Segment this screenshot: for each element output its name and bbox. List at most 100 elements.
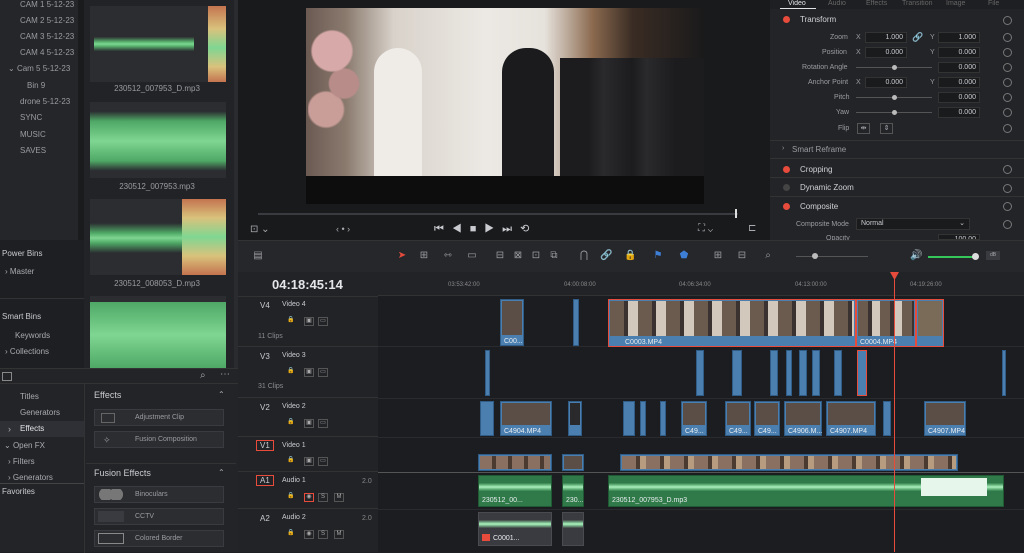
lock-icon[interactable]: 🔒 [286, 530, 296, 539]
solo-button[interactable]: S [318, 493, 328, 502]
video-clip[interactable]: C4906.M... [784, 401, 822, 436]
effect-fusion-composition[interactable]: ✧ Fusion Composition [94, 431, 224, 448]
bin-item[interactable]: SAVES [0, 146, 78, 155]
reset-icon[interactable] [1003, 184, 1012, 193]
audio-clip[interactable]: 230512_007953_D.mp3 [608, 475, 1004, 507]
dynamic-trim-icon[interactable]: ⇿ [442, 250, 454, 261]
zoom-x-input[interactable]: 1.000 [865, 32, 907, 43]
video-clip[interactable]: C49... [725, 401, 751, 436]
toggle-video-icon[interactable]: ▭ [318, 457, 328, 466]
reset-icon[interactable] [1003, 16, 1012, 25]
reset-icon[interactable] [1003, 48, 1012, 57]
video-clip[interactable] [770, 350, 778, 396]
effect-colored-border[interactable]: Colored Border [94, 530, 224, 547]
enable-toggle[interactable] [783, 203, 790, 210]
smart-reframe-header[interactable]: Smart Reframe [792, 145, 892, 154]
audio-clip[interactable]: 230512_00... [478, 475, 552, 507]
video-clip[interactable] [623, 401, 635, 436]
tab-audio[interactable]: Audio [828, 0, 846, 7]
viewer-options-icon[interactable]: ⊡ ⌄ [250, 224, 270, 235]
insert-clip-icon[interactable]: ⊟ [494, 250, 506, 261]
mute-button[interactable]: M [334, 493, 344, 502]
video-clip[interactable] [1002, 350, 1006, 396]
bin-item[interactable]: CAM 1 5-12-23 [0, 0, 78, 9]
track-v4[interactable]: V4 Video 4 🔒 ▣ ▭ 11 Clips [238, 297, 378, 347]
video-clip[interactable] [562, 454, 584, 471]
tab-image[interactable]: Image [946, 0, 965, 7]
slider-knob[interactable] [892, 110, 897, 115]
track-name[interactable]: Video 4 [282, 301, 306, 308]
transport-controls[interactable]: ⏮◀■▶⏭⟲ [434, 222, 537, 236]
video-clip-selected[interactable] [916, 299, 944, 347]
smart-bin-collections[interactable]: › Collections [5, 347, 49, 356]
rotation-input[interactable]: 0.000 [938, 62, 980, 73]
timeline-view-icon[interactable]: ▤ [250, 250, 266, 261]
effect-adjustment-clip[interactable]: Adjustment Clip [94, 409, 224, 426]
slider-knob[interactable] [812, 253, 818, 259]
effect-cctv[interactable]: CCTV [94, 508, 224, 525]
track-name[interactable]: Video 2 [282, 403, 306, 410]
video-clip[interactable] [786, 350, 792, 396]
zoom-custom-icon[interactable]: ⌕ [762, 250, 774, 261]
bin-item[interactable]: CAM 2 5-12-23 [0, 16, 78, 25]
fullscreen-icon[interactable]: ⛶ ⌄ [698, 223, 713, 234]
zoom-y-input[interactable]: 1.000 [938, 32, 980, 43]
fx-tree-titles[interactable]: Titles [20, 392, 39, 401]
jog-control[interactable]: ‹ • › [336, 224, 350, 234]
composite-mode-select[interactable]: Normal ⌄ [856, 218, 970, 230]
tab-file[interactable]: File [988, 0, 999, 7]
video-clip[interactable] [883, 401, 891, 436]
replace-clip-icon[interactable]: ⊡ [530, 250, 542, 261]
film-icon[interactable]: ▣ [304, 317, 314, 326]
flip-vertical-icon[interactable]: ⇕ [880, 123, 893, 134]
collapse-icon[interactable]: ⌃ [218, 468, 225, 477]
video-clip[interactable] [857, 350, 867, 396]
track-v3[interactable]: V3 Video 3 🔒 ▣ ▭ 31 Clips [238, 348, 378, 398]
place-on-top-icon[interactable]: ⧉ [548, 250, 560, 261]
panel-toggle-icon[interactable] [2, 372, 12, 381]
flag-icon[interactable]: ⚑ [652, 250, 664, 261]
track-name[interactable]: Video 3 [282, 352, 306, 359]
track-v1[interactable]: V1 Video 1 🔒 ▣ ▭ [238, 438, 378, 472]
enable-toggle[interactable] [783, 166, 790, 173]
audio-clip[interactable]: 230... [562, 475, 584, 507]
slider-knob[interactable] [892, 65, 897, 70]
toggle-video-icon[interactable]: ▭ [318, 317, 328, 326]
solo-button[interactable]: S [318, 530, 328, 539]
chevron-right-icon[interactable]: › [782, 145, 790, 152]
tab-effects[interactable]: Effects [866, 0, 887, 7]
lock-icon[interactable]: 🔒 [286, 457, 296, 466]
record-icon[interactable]: ◉ [304, 530, 314, 539]
video-clip[interactable]: C00... [500, 299, 524, 346]
dynamic-zoom-header[interactable]: Dynamic Zoom [800, 183, 900, 192]
film-icon[interactable]: ▣ [304, 419, 314, 428]
video-clip[interactable] [620, 454, 958, 471]
bin-item[interactable]: MUSIC [0, 130, 78, 139]
anchor-y-input[interactable]: 0.000 [938, 77, 980, 88]
track-name[interactable]: Audio 2 [282, 514, 306, 521]
lock-icon[interactable]: 🔒 [286, 368, 296, 377]
bin-item[interactable]: CAM 3 5-12-23 [0, 32, 78, 41]
zoom-slider[interactable] [796, 256, 868, 257]
power-bin-master[interactable]: › Master [5, 267, 34, 276]
audio-meter-icon[interactable]: dB [986, 251, 1000, 260]
slider-knob[interactable] [972, 253, 979, 260]
timecode-display[interactable]: 04:18:45:14 [272, 277, 343, 292]
linked-selection-icon[interactable]: 🔗 [600, 250, 612, 261]
position-x-input[interactable]: 0.000 [865, 47, 907, 58]
snapping-icon[interactable]: ⋂ [578, 250, 590, 261]
video-clip[interactable] [568, 401, 582, 436]
slider-knob[interactable] [892, 95, 897, 100]
composite-header[interactable]: Composite [800, 202, 900, 211]
video-clip[interactable]: C49... [681, 401, 707, 436]
toggle-video-icon[interactable]: ▭ [318, 368, 328, 377]
enable-toggle[interactable] [783, 16, 790, 23]
pitch-input[interactable]: 0.000 [938, 92, 980, 103]
fx-tree-openfx[interactable]: ⌄ Open FX [4, 441, 45, 450]
lock-icon[interactable]: 🔒 [286, 493, 296, 502]
fx-tree-generators[interactable]: Generators [20, 408, 60, 417]
track-v2[interactable]: V2 Video 2 🔒 ▣ ▭ [238, 399, 378, 437]
media-clip-thumb[interactable] [90, 199, 226, 275]
reset-icon[interactable] [1003, 78, 1012, 87]
scrubber-bar[interactable] [258, 213, 738, 215]
